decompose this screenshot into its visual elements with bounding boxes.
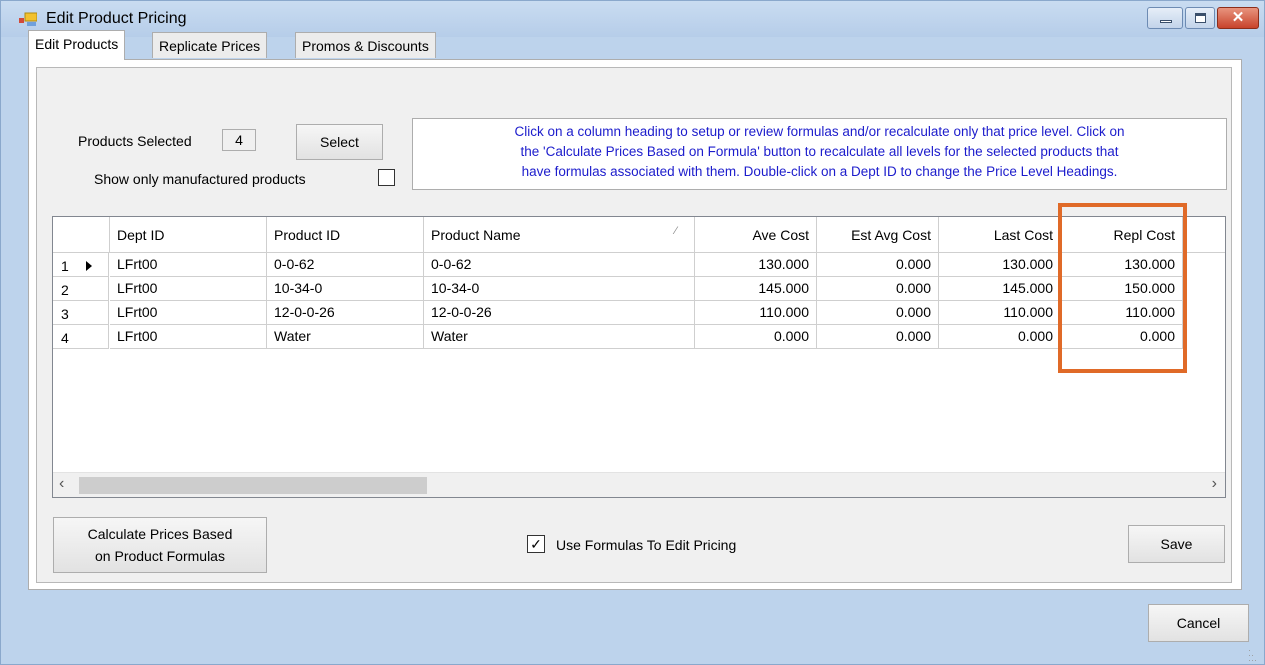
show-manufactured-checkbox[interactable] bbox=[378, 169, 395, 186]
row-number[interactable]: 2 bbox=[53, 277, 109, 301]
tab-replicate-prices[interactable]: Replicate Prices bbox=[152, 32, 268, 58]
cell-est-avg-cost[interactable]: 0.000 bbox=[817, 301, 939, 325]
cell-dept-id[interactable]: LFrt00 bbox=[110, 277, 267, 301]
calculate-prices-label-line: Calculate Prices Based bbox=[87, 526, 233, 542]
info-line: Click on a column heading to setup or re… bbox=[514, 124, 1125, 139]
calculate-prices-label-line: on Product Formulas bbox=[95, 548, 225, 564]
info-line: the 'Calculate Prices Based on Formula' … bbox=[520, 144, 1119, 159]
cancel-button[interactable]: Cancel bbox=[1148, 604, 1249, 642]
calculate-prices-button[interactable]: Calculate Prices Based on Product Formul… bbox=[53, 517, 267, 573]
close-button[interactable]: ✕ bbox=[1217, 7, 1259, 29]
close-icon: ✕ bbox=[1231, 9, 1245, 26]
pricing-grid[interactable]: Dept ID Product ID Product Name ⁄ Ave Co… bbox=[52, 216, 1226, 498]
cell-last-cost[interactable]: 130.000 bbox=[939, 253, 1061, 277]
cell-ave-cost[interactable]: 145.000 bbox=[695, 277, 817, 301]
cell-product-id[interactable]: Water bbox=[267, 325, 424, 349]
tab-edit-products[interactable]: Edit Products bbox=[28, 30, 126, 60]
cell-last-cost[interactable]: 145.000 bbox=[939, 277, 1061, 301]
scroll-left-icon[interactable]: ‹ bbox=[59, 475, 64, 493]
cell-dept-id[interactable]: LFrt00 bbox=[110, 301, 267, 325]
cell-repl-cost[interactable]: 110.000 bbox=[1061, 301, 1183, 325]
use-formulas-label: Use Formulas To Edit Pricing bbox=[556, 537, 737, 553]
maximize-icon bbox=[1195, 13, 1206, 23]
column-header-product-id[interactable]: Product ID bbox=[267, 217, 424, 253]
cell-product-id[interactable]: 10-34-0 bbox=[267, 277, 424, 301]
info-box: Click on a column heading to setup or re… bbox=[412, 118, 1227, 190]
resize-grip-icon[interactable]: · ·· ··· bbox=[1248, 646, 1257, 665]
products-selected-count: 4 bbox=[222, 129, 256, 151]
cell-repl-cost[interactable]: 150.000 bbox=[1061, 277, 1183, 301]
app-icon bbox=[19, 12, 37, 26]
save-button[interactable]: Save bbox=[1128, 525, 1225, 563]
window-title: Edit Product Pricing bbox=[46, 10, 187, 27]
column-header-repl-cost[interactable]: Repl Cost bbox=[1061, 217, 1183, 253]
row-number[interactable]: 1 bbox=[53, 253, 109, 277]
cell-est-avg-cost[interactable]: 0.000 bbox=[817, 253, 939, 277]
checkmark-icon: ✓ bbox=[530, 536, 542, 552]
cell-last-cost[interactable]: 0.000 bbox=[939, 325, 1061, 349]
maximize-button[interactable] bbox=[1185, 7, 1215, 29]
column-header-dept-id[interactable]: Dept ID bbox=[110, 217, 267, 253]
cell-ave-cost[interactable]: 0.000 bbox=[695, 325, 817, 349]
use-formulas-checkbox[interactable]: ✓ bbox=[527, 535, 545, 553]
cell-product-name[interactable]: 12-0-0-26 bbox=[424, 301, 695, 325]
scroll-right-icon[interactable]: › bbox=[1212, 475, 1217, 493]
cell-est-avg-cost[interactable]: 0.000 bbox=[817, 277, 939, 301]
minimize-icon bbox=[1160, 20, 1172, 23]
cell-est-avg-cost[interactable]: 0.000 bbox=[817, 325, 939, 349]
column-header-product-name[interactable]: Product Name bbox=[424, 217, 695, 253]
tab-promos-discounts[interactable]: Promos & Discounts bbox=[295, 32, 436, 58]
row-number-text: 1 bbox=[61, 258, 69, 274]
cell-ave-cost[interactable]: 130.000 bbox=[695, 253, 817, 277]
cell-repl-cost[interactable]: 0.000 bbox=[1061, 325, 1183, 349]
horizontal-scrollbar[interactable]: ‹ › bbox=[53, 472, 1225, 497]
cell-dept-id[interactable]: LFrt00 bbox=[110, 253, 267, 277]
row-header-corner bbox=[53, 217, 110, 253]
cell-product-id[interactable]: 0-0-62 bbox=[267, 253, 424, 277]
column-header-filler bbox=[1183, 217, 1225, 253]
cell-product-name[interactable]: Water bbox=[424, 325, 695, 349]
products-selected-label: Products Selected bbox=[78, 133, 192, 149]
show-manufactured-label: Show only manufactured products bbox=[94, 171, 306, 187]
scrollbar-thumb[interactable] bbox=[79, 477, 427, 494]
cell-product-id[interactable]: 12-0-0-26 bbox=[267, 301, 424, 325]
row-number[interactable]: 4 bbox=[53, 325, 109, 349]
minimize-button[interactable] bbox=[1147, 7, 1183, 29]
info-line: have formulas associated with them. Doub… bbox=[521, 164, 1118, 179]
current-row-icon bbox=[86, 261, 92, 271]
sort-icon: ⁄ bbox=[675, 225, 677, 237]
column-header-last-cost[interactable]: Last Cost bbox=[939, 217, 1061, 253]
column-header-est-avg-cost[interactable]: Est Avg Cost bbox=[817, 217, 939, 253]
row-number[interactable]: 3 bbox=[53, 301, 109, 325]
cell-product-name[interactable]: 10-34-0 bbox=[424, 277, 695, 301]
cell-last-cost[interactable]: 110.000 bbox=[939, 301, 1061, 325]
cell-ave-cost[interactable]: 110.000 bbox=[695, 301, 817, 325]
cell-product-name[interactable]: 0-0-62 bbox=[424, 253, 695, 277]
cell-repl-cost[interactable]: 130.000 bbox=[1061, 253, 1183, 277]
cell-dept-id[interactable]: LFrt00 bbox=[110, 325, 267, 349]
column-header-ave-cost[interactable]: Ave Cost bbox=[695, 217, 817, 253]
select-button[interactable]: Select bbox=[296, 124, 383, 160]
